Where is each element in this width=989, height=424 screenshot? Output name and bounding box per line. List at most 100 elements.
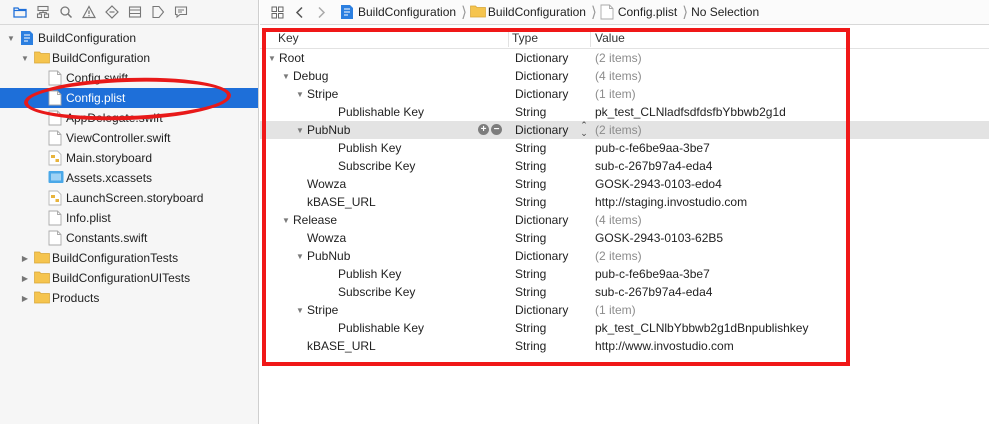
plist-row[interactable]: ▼ PubNub + − ⌃ ⌄ Dictionary (2 items) — [260, 121, 989, 139]
plist-row[interactable]: ▼ Stripe Dictionary (1 item) — [260, 301, 989, 319]
tree-item[interactable]: ▼ BuildConfiguration — [0, 48, 258, 68]
disclosure-open-icon[interactable]: ▼ — [20, 53, 30, 63]
plist-value-cell[interactable]: http://staging.invostudio.com — [595, 195, 747, 209]
plist-type-cell[interactable]: String — [515, 159, 546, 173]
plist-value-cell[interactable]: pub-c-fe6be9aa-3be7 — [595, 141, 710, 155]
plist-type-cell[interactable]: String — [515, 177, 546, 191]
plist-value-cell[interactable]: (4 items) — [595, 69, 642, 83]
plist-value-cell[interactable]: GOSK-2943-0103-edo4 — [595, 177, 722, 191]
tree-item[interactable]: ▶ Products — [0, 288, 258, 308]
plist-row[interactable]: Wowza String GOSK-2943-0103-edo4 — [260, 175, 989, 193]
plist-type-cell[interactable]: Dictionary — [515, 213, 568, 227]
disclosure-open-icon[interactable]: ▼ — [296, 252, 307, 261]
plist-row[interactable]: Wowza String GOSK-2943-0103-62B5 — [260, 229, 989, 247]
plist-row[interactable]: kBASE_URL String http://www.invostudio.com — [260, 337, 989, 355]
disclosure-closed-icon[interactable]: ▶ — [20, 293, 30, 303]
plist-key-cell[interactable]: ▼ Release — [282, 213, 337, 227]
disclosure-open-icon[interactable]: ▼ — [268, 54, 279, 63]
plist-type-cell[interactable]: String — [515, 339, 546, 353]
plist-key-cell[interactable]: kBASE_URL — [296, 195, 376, 209]
breadcrumb-item[interactable]: Config.plist — [600, 4, 677, 20]
tree-item[interactable]: Config.plist — [0, 88, 258, 108]
plist-type-cell[interactable]: String — [515, 195, 546, 209]
plist-value-cell[interactable]: pk_test_CLNlbYbbwb2g1dBnpublishkey — [595, 321, 808, 335]
breadcrumb-item[interactable]: BuildConfiguration — [340, 4, 456, 20]
disclosure-open-icon[interactable]: ▼ — [296, 306, 307, 315]
disclosure-closed-icon[interactable]: ▶ — [20, 253, 30, 263]
plist-key-cell[interactable]: Publish Key — [310, 267, 401, 281]
plist-key-cell[interactable]: ▼ Root — [268, 51, 304, 65]
plist-key-cell[interactable]: Publish Key — [310, 141, 401, 155]
plist-type-cell[interactable]: Dictionary — [515, 123, 568, 137]
tree-item[interactable]: ▶ BuildConfigurationTests — [0, 248, 258, 268]
plist-row[interactable]: kBASE_URL String http://staging.invostudio… — [260, 193, 989, 211]
plist-value-cell[interactable]: pub-c-fe6be9aa-3be7 — [595, 267, 710, 281]
plist-key-cell[interactable]: ▼ Stripe — [296, 87, 338, 101]
plist-type-cell[interactable]: Dictionary — [515, 69, 568, 83]
plist-value-cell[interactable]: sub-c-267b97a4-eda4 — [595, 159, 712, 173]
tree-item[interactable]: Info.plist — [0, 208, 258, 228]
type-stepper-icon[interactable]: ⌃ ⌄ — [579, 121, 589, 138]
key-column-header[interactable]: Key — [278, 31, 299, 45]
tree-item[interactable]: AppDelegate.swift — [0, 108, 258, 128]
disclosure-open-icon[interactable]: ▼ — [296, 90, 307, 99]
plist-key-cell[interactable]: Wowza — [296, 177, 346, 191]
plist-type-cell[interactable]: Dictionary — [515, 303, 568, 317]
plist-value-cell[interactable]: (2 items) — [595, 51, 642, 65]
plist-value-cell[interactable]: pk_test_CLNladfsdfdsfbYbbwb2g1d — [595, 105, 786, 119]
plist-key-cell[interactable]: Wowza — [296, 231, 346, 245]
warning-icon[interactable] — [77, 1, 100, 23]
column-divider[interactable] — [590, 29, 591, 47]
plist-row[interactable]: ▼ PubNub Dictionary (2 items) — [260, 247, 989, 265]
tree-item[interactable]: Assets.xcassets — [0, 168, 258, 188]
tree-item[interactable]: ▶ BuildConfigurationUITests — [0, 268, 258, 288]
plist-value-cell[interactable]: GOSK-2943-0103-62B5 — [595, 231, 723, 245]
plist-row[interactable]: Publishable Key String pk_test_CLNladfsdfd… — [260, 103, 989, 121]
plist-type-cell[interactable]: String — [515, 267, 546, 281]
plist-value-cell[interactable]: (2 items) — [595, 249, 642, 263]
tree-item[interactable]: LaunchScreen.storyboard — [0, 188, 258, 208]
column-divider[interactable] — [508, 29, 509, 47]
disclosure-open-icon[interactable]: ▼ — [282, 72, 293, 81]
plist-key-cell[interactable]: ▼ Stripe — [296, 303, 338, 317]
type-column-header[interactable]: Type — [512, 31, 538, 45]
tree-item[interactable]: ViewController.swift — [0, 128, 258, 148]
tree-item[interactable]: Main.storyboard — [0, 148, 258, 168]
plist-type-cell[interactable]: String — [515, 105, 546, 119]
tag-icon[interactable] — [146, 1, 169, 23]
plist-row[interactable]: Publish Key String pub-c-fe6be9aa-3be7 — [260, 265, 989, 283]
plist-row[interactable]: ▼ Root Dictionary (2 items) — [260, 49, 989, 67]
plist-key-cell[interactable]: Subscribe Key — [310, 285, 415, 299]
plist-value-cell[interactable]: sub-c-267b97a4-eda4 — [595, 285, 712, 299]
breadcrumb-item[interactable]: BuildConfiguration — [470, 4, 586, 20]
search-icon[interactable] — [54, 1, 77, 23]
related-items-icon[interactable] — [266, 2, 288, 22]
plist-key-cell[interactable]: Publishable Key — [310, 321, 424, 335]
plist-value-cell[interactable]: (2 items) — [595, 123, 642, 137]
plist-value-cell[interactable]: (4 items) — [595, 213, 642, 227]
tree-item[interactable]: ▼ BuildConfiguration — [0, 28, 258, 48]
plist-type-cell[interactable]: String — [515, 231, 546, 245]
plist-type-cell[interactable]: Dictionary — [515, 249, 568, 263]
disclosure-closed-icon[interactable]: ▶ — [20, 273, 30, 283]
value-column-header[interactable]: Value — [595, 31, 625, 45]
plist-value-cell[interactable]: (1 item) — [595, 303, 636, 317]
disclosure-open-icon[interactable]: ▼ — [296, 126, 307, 135]
plist-row[interactable]: ▼ Debug Dictionary (4 items) — [260, 67, 989, 85]
plist-type-cell[interactable]: String — [515, 141, 546, 155]
plist-row[interactable]: ▼ Release Dictionary (4 items) — [260, 211, 989, 229]
plist-key-cell[interactable]: ▼ PubNub — [296, 123, 350, 137]
plist-type-cell[interactable]: String — [515, 321, 546, 335]
plist-row[interactable]: ▼ Stripe Dictionary (1 item) — [260, 85, 989, 103]
plist-row[interactable]: Subscribe Key String sub-c-267b97a4-eda4 — [260, 283, 989, 301]
test-diamond-icon[interactable] — [100, 1, 123, 23]
plist-value-cell[interactable]: http://www.invostudio.com — [595, 339, 734, 353]
plist-key-cell[interactable]: ▼ PubNub — [296, 249, 350, 263]
forward-arrow-icon[interactable] — [310, 2, 332, 22]
tree-item[interactable]: Constants.swift — [0, 228, 258, 248]
remove-item-icon[interactable]: − — [491, 124, 502, 135]
plist-key-cell[interactable]: Subscribe Key — [310, 159, 415, 173]
plist-key-cell[interactable]: Publishable Key — [310, 105, 424, 119]
plist-type-cell[interactable]: Dictionary — [515, 87, 568, 101]
add-item-icon[interactable]: + — [478, 124, 489, 135]
